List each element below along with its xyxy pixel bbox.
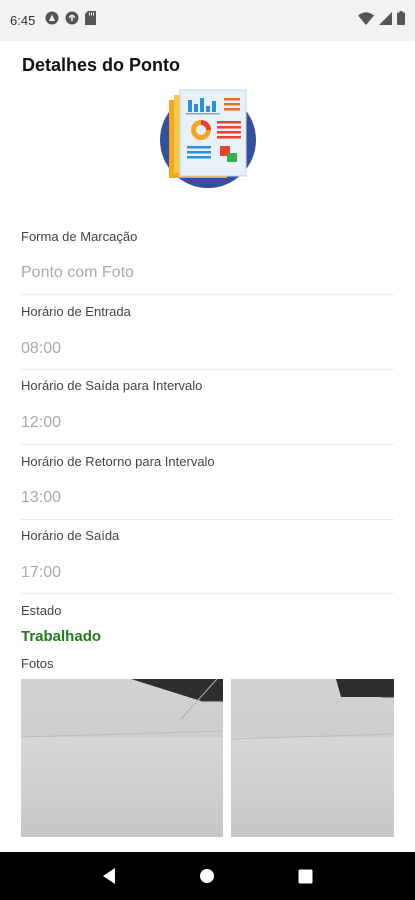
battery-icon bbox=[397, 11, 405, 30]
vpn-icon bbox=[45, 11, 59, 30]
status-bar: 6:45 bbox=[0, 0, 415, 41]
divider bbox=[21, 593, 394, 594]
field-forma-marcacao: Forma de Marcação Ponto com Foto bbox=[21, 229, 394, 295]
field-label: Horário de Saída bbox=[21, 528, 120, 543]
sync-icon bbox=[65, 11, 79, 30]
field-value: 13:00 bbox=[21, 489, 62, 506]
status-value: Trabalhado bbox=[21, 628, 102, 645]
home-icon[interactable] bbox=[187, 856, 227, 896]
field-saida-intervalo: Horário de Saída para Intervalo 12:00 bbox=[21, 378, 394, 445]
report-document-icon bbox=[158, 86, 258, 190]
signal-icon bbox=[379, 11, 392, 30]
wifi-icon bbox=[358, 11, 374, 30]
recents-icon[interactable] bbox=[286, 856, 326, 896]
navigation-bar bbox=[0, 852, 415, 900]
field-value: 17:00 bbox=[21, 564, 62, 581]
field-label: Forma de Marcação bbox=[21, 229, 138, 244]
photos-label: Fotos bbox=[21, 656, 54, 671]
field-estado: Estado bbox=[21, 603, 394, 618]
sd-card-icon bbox=[85, 11, 97, 30]
back-icon[interactable] bbox=[89, 856, 129, 896]
field-value: 12:00 bbox=[21, 414, 62, 431]
field-retorno-intervalo: Horário de Retorno para Intervalo 13:00 bbox=[21, 454, 394, 520]
field-label: Horário de Entrada bbox=[21, 304, 131, 319]
field-label: Estado bbox=[21, 603, 62, 618]
photo-thumbnail[interactable] bbox=[21, 679, 223, 837]
status-time: 6:45 bbox=[10, 13, 36, 28]
divider bbox=[21, 444, 394, 445]
field-value: Ponto com Foto bbox=[21, 264, 134, 281]
field-label: Horário de Retorno para Intervalo bbox=[21, 454, 215, 469]
page-title: Detalhes do Ponto bbox=[22, 55, 181, 75]
divider bbox=[21, 519, 394, 520]
field-value: 08:00 bbox=[21, 340, 62, 357]
field-label: Horário de Saída para Intervalo bbox=[21, 378, 203, 393]
field-horario-entrada: Horário de Entrada 08:00 bbox=[21, 304, 394, 370]
divider bbox=[21, 369, 394, 370]
divider bbox=[21, 294, 394, 295]
field-horario-saida: Horário de Saída 17:00 bbox=[21, 528, 394, 594]
photo-thumbnail[interactable] bbox=[231, 679, 394, 837]
